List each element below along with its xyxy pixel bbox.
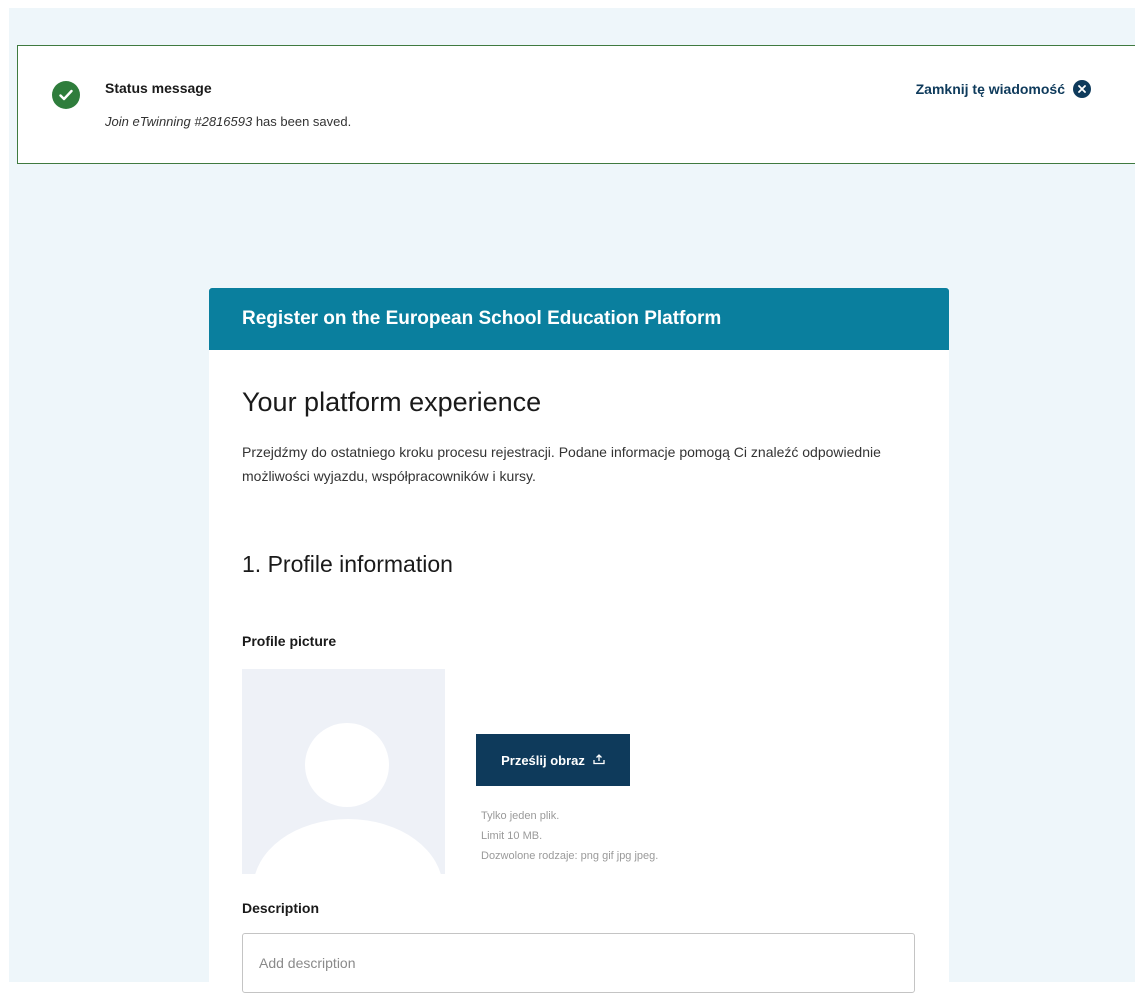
card-header: Register on the European School Educatio… (209, 288, 949, 350)
page-title: Your platform experience (242, 387, 542, 417)
status-text: Join eTwinning #2816593 has been saved. (105, 114, 351, 129)
close-message-link[interactable]: Zamknij tę wiadomość (916, 80, 1091, 98)
check-circle-icon (52, 81, 80, 109)
avatar-placeholder (242, 669, 445, 874)
upload-image-button[interactable]: Prześlij obraz (476, 734, 630, 786)
description-label: Description (242, 900, 320, 916)
hint-single-file: Tylko jeden plik. (481, 810, 560, 822)
hint-size-limit: Limit 10 MB. (481, 830, 543, 842)
section-title: 1. Profile information (242, 551, 453, 577)
status-text-rest: has been saved. (252, 114, 352, 129)
avatar-head-shape (305, 723, 389, 807)
upload-icon (593, 753, 605, 768)
status-message: Status message Join eTwinning #2816593 h… (17, 45, 1135, 164)
upload-button-label: Prześlij obraz (501, 752, 585, 768)
avatar-body-shape (253, 819, 443, 874)
status-text-link: Join eTwinning #2816593 (105, 114, 253, 129)
close-circle-icon[interactable] (1073, 80, 1091, 98)
profile-picture-label: Profile picture (242, 633, 337, 649)
status-title: Status message (105, 80, 212, 96)
hint-file-types: Dozwolone rodzaje: png gif jpg jpeg. (481, 850, 659, 862)
close-message-label: Zamknij tę wiadomość (915, 81, 1065, 97)
description-input[interactable] (242, 933, 915, 993)
intro-text: Przejdźmy do ostatniego kroku procesu re… (242, 444, 881, 484)
registration-card: Register on the European School Educatio… (209, 288, 949, 993)
